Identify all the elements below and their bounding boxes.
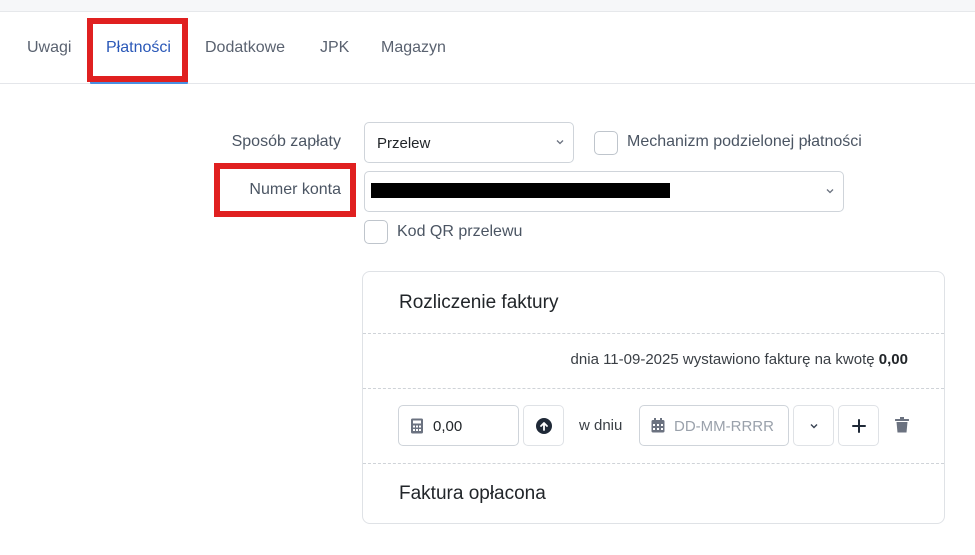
settlement-title: Rozliczenie faktury (399, 292, 559, 313)
payment-date-input[interactable]: DD-MM-RRRR (639, 405, 789, 446)
chevron-down-icon (556, 140, 564, 145)
payment-method-label: Sposób zapłaty (231, 133, 341, 150)
tab-uwagi[interactable]: Uwagi (27, 12, 71, 84)
payment-method-value: Przelew (377, 135, 431, 152)
split-payment-label: Mechanizm podzielonej płatności (627, 133, 862, 150)
tab-magazyn[interactable]: Magazyn (381, 12, 446, 84)
on-day-label: w dniu (579, 417, 623, 434)
fill-amount-button[interactable] (523, 405, 564, 446)
divider (363, 463, 944, 464)
payment-amount-input[interactable]: 0,00 (398, 405, 519, 446)
payment-method-select[interactable]: Przelew (364, 122, 574, 163)
tab-dodatkowe[interactable]: Dodatkowe (205, 12, 285, 84)
invoice-paid-title: Faktura opłacona (399, 483, 546, 504)
invoice-info-amount: 0,00 (878, 351, 908, 368)
settlement-card: Rozliczenie faktury dnia 11-09-2025 wyst… (362, 271, 945, 524)
date-dropdown-button[interactable] (793, 405, 834, 446)
calendar-icon (651, 418, 665, 433)
invoice-info-text: dnia 11-09-2025 wystawiono fakturę na kw… (570, 351, 875, 368)
divider (363, 333, 944, 334)
redacted-account-number (371, 183, 670, 198)
tab-jpk[interactable]: JPK (320, 12, 349, 84)
top-strip (0, 0, 975, 12)
date-placeholder: DD-MM-RRRR (674, 418, 774, 435)
qr-code-label: Kod QR przelewu (397, 223, 523, 240)
chevron-down-icon (810, 424, 818, 429)
calculator-icon (411, 418, 423, 434)
divider (363, 388, 944, 389)
payment-amount-value: 0,00 (433, 418, 463, 435)
arrow-up-circle-icon (536, 418, 552, 434)
account-number-label: Numer konta (249, 181, 341, 198)
invoice-info: dnia 11-09-2025 wystawiono fakturę na kw… (571, 351, 908, 368)
trash-icon[interactable] (895, 417, 909, 433)
plus-icon (852, 419, 866, 433)
add-payment-button[interactable] (838, 405, 879, 446)
chevron-down-icon (826, 189, 834, 194)
split-payment-checkbox[interactable] (594, 131, 618, 155)
highlight-box-tab (87, 18, 188, 82)
qr-code-checkbox[interactable] (364, 220, 388, 244)
